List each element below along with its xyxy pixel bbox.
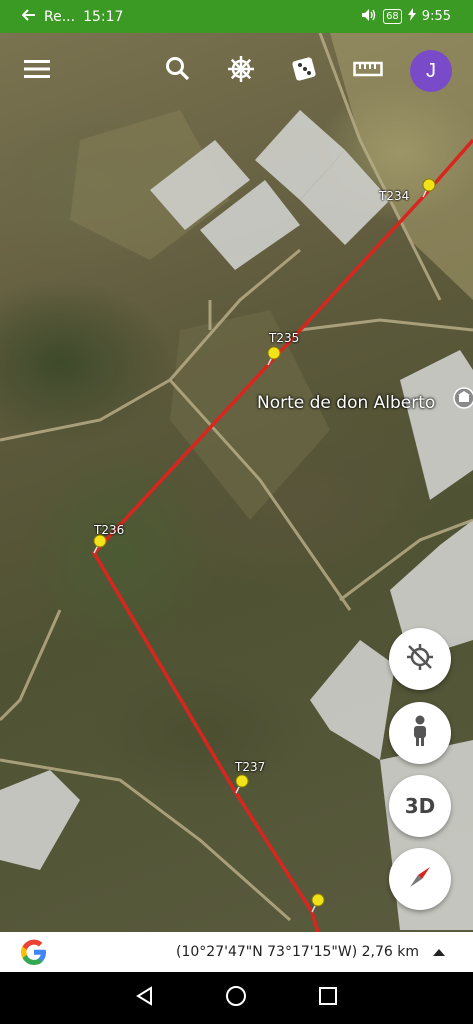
three-d-toggle-button[interactable]: 3D — [389, 775, 451, 837]
back-triangle-icon[interactable] — [135, 985, 155, 1011]
pin-icon — [93, 178, 436, 913]
avatar-initial: J — [426, 59, 436, 82]
compass-button[interactable] — [389, 848, 451, 910]
compass-icon — [403, 860, 437, 899]
location-off-icon — [405, 642, 435, 677]
charging-icon — [407, 8, 416, 25]
status-bar: Re... 15:17 68 9:55 — [0, 0, 473, 33]
dice-icon[interactable] — [286, 51, 322, 87]
info-bar: (10°27'47"N 73°17'15"W) 2,76 km — [0, 932, 473, 972]
placemark-label-t235[interactable]: T235 — [269, 331, 299, 345]
three-d-label: 3D — [404, 794, 436, 818]
placemark-label-t237[interactable]: T237 — [235, 760, 265, 774]
pegman-icon — [409, 715, 431, 752]
voyager-wheel-icon[interactable] — [223, 51, 259, 87]
battery-level: 68 — [386, 10, 399, 22]
return-app-label[interactable]: Re... — [44, 9, 75, 25]
recents-square-icon[interactable] — [318, 986, 338, 1011]
account-avatar[interactable]: J — [410, 50, 452, 92]
coordinates-readout[interactable]: (10°27'47"N 73°17'15"W) 2,76 km — [176, 944, 419, 960]
volume-icon — [361, 8, 377, 26]
expand-up-icon[interactable] — [433, 948, 445, 956]
search-icon[interactable] — [160, 51, 196, 87]
battery-icon: 68 — [383, 9, 402, 24]
system-nav-bar — [0, 972, 473, 1024]
top-toolbar — [0, 33, 473, 105]
place-marker-icon — [453, 387, 473, 409]
status-time-left: 15:17 — [83, 8, 124, 25]
status-time-right: 9:55 — [421, 9, 451, 24]
ruler-icon[interactable] — [350, 51, 386, 87]
home-circle-icon[interactable] — [225, 985, 247, 1012]
place-name-label[interactable]: Norte de don Alberto — [257, 393, 435, 413]
back-arrow-icon[interactable] — [21, 8, 36, 25]
placemark-label-t234[interactable]: T234 — [379, 189, 409, 203]
location-off-button[interactable] — [389, 628, 451, 690]
placemark-label-t236[interactable]: T236 — [94, 523, 124, 537]
pegman-button[interactable] — [389, 702, 451, 764]
google-logo-icon — [18, 936, 50, 968]
menu-icon[interactable] — [19, 51, 55, 87]
